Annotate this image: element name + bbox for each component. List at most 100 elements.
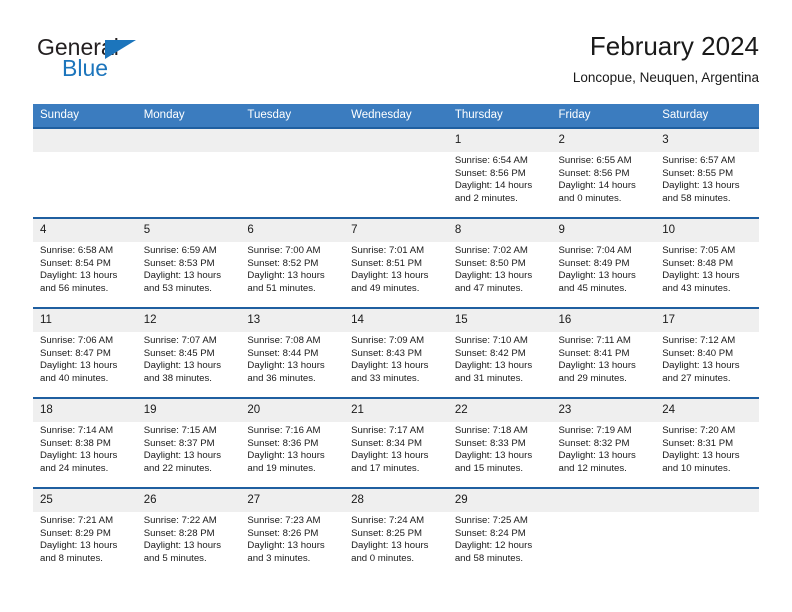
daylight-text-line2: and 58 minutes. (662, 192, 731, 204)
sunrise-text: Sunrise: 7:14 AM (40, 425, 114, 436)
calendar-day-cell[interactable]: 22 Sunrise: 7:18 AM Sunset: 8:33 PM Dayligh… (447, 397, 552, 488)
day-cell-inner: 20 Sunrise: 7:16 AM Sunset: 8:36 PM Dayligh… (240, 399, 345, 487)
calendar-day-cell[interactable]: 24 Sunrise: 7:20 AM Sunset: 8:31 PM Dayligh… (655, 397, 759, 488)
sunrise-text: Sunrise: 7:20 AM (662, 425, 736, 436)
day-number: 7 (344, 219, 448, 242)
calendar-day-cell[interactable]: 23 Sunrise: 7:19 AM Sunset: 8:32 PM Dayligh… (551, 397, 656, 488)
daylight-text-line1: Daylight: 13 hours (558, 270, 636, 282)
calendar-day-cell[interactable]: 1 Sunrise: 6:54 AM Sunset: 8:56 PM Daylight… (447, 127, 552, 218)
daylight-text-line2: and 15 minutes. (454, 462, 524, 474)
day-details: Sunrise: 7:24 AM Sunset: 8:25 PM Daylight:… (344, 512, 448, 565)
daylight-text-line1: Daylight: 13 hours (558, 360, 636, 372)
calendar-day-cell[interactable]: 16 Sunrise: 7:11 AM Sunset: 8:41 PM Dayligh… (551, 307, 656, 398)
sunrise-text: Sunrise: 7:16 AM (247, 425, 321, 436)
calendar-day-cell[interactable]: 2 Sunrise: 6:55 AM Sunset: 8:56 PM Daylight… (551, 127, 656, 218)
weekday-header-row: Sunday Monday Tuesday Wednesday Thursday… (33, 104, 759, 128)
calendar-day-cell[interactable]: 12 Sunrise: 7:07 AM Sunset: 8:45 PM Dayligh… (136, 307, 241, 398)
calendar-day-cell[interactable]: 21 Sunrise: 7:17 AM Sunset: 8:34 PM Dayligh… (344, 397, 448, 488)
triangle-flag-icon (105, 40, 136, 59)
day-number: 29 (447, 489, 552, 512)
weekday-header-monday: Monday (136, 104, 241, 128)
daylight-text-line2: and 40 minutes. (40, 372, 109, 384)
calendar-day-cell[interactable]: 13 Sunrise: 7:08 AM Sunset: 8:44 PM Dayligh… (240, 307, 345, 398)
daylight-text-line2: and 38 minutes. (143, 372, 212, 384)
sunrise-text: Sunrise: 6:59 AM (143, 245, 217, 256)
day-cell-inner (240, 129, 345, 217)
calendar-day-cell[interactable]: 8 Sunrise: 7:02 AM Sunset: 8:50 PM Daylight… (447, 217, 552, 308)
calendar-day-cell[interactable]: 29 Sunrise: 7:25 AM Sunset: 8:24 PM Dayligh… (447, 487, 552, 577)
calendar-day-cell[interactable]: 15 Sunrise: 7:10 AM Sunset: 8:42 PM Dayligh… (447, 307, 552, 398)
day-cell-inner: 11 Sunrise: 7:06 AM Sunset: 8:47 PM Dayligh… (33, 309, 137, 397)
sunrise-text: Sunrise: 7:10 AM (454, 335, 528, 346)
day-details: Sunrise: 6:54 AM Sunset: 8:56 PM Daylight:… (448, 152, 552, 205)
day-details: Sunrise: 7:11 AM Sunset: 8:41 PM Daylight:… (552, 332, 656, 385)
calendar-day-cell[interactable]: 11 Sunrise: 7:06 AM Sunset: 8:47 PM Dayligh… (33, 307, 137, 398)
day-number: 2 (551, 129, 656, 152)
day-cell-inner: 28 Sunrise: 7:24 AM Sunset: 8:25 PM Dayligh… (344, 489, 448, 577)
sunrise-text: Sunrise: 7:09 AM (351, 335, 425, 346)
sunset-text: Sunset: 8:48 PM (662, 257, 734, 269)
calendar-day-cell-empty (240, 127, 345, 218)
day-details: Sunrise: 7:16 AM Sunset: 8:36 PM Daylight:… (240, 422, 344, 475)
day-details: Sunrise: 7:15 AM Sunset: 8:37 PM Daylight:… (137, 422, 241, 475)
day-cell-inner: 10 Sunrise: 7:05 AM Sunset: 8:48 PM Dayligh… (655, 219, 759, 307)
calendar-day-cell[interactable]: 26 Sunrise: 7:22 AM Sunset: 8:28 PM Dayligh… (136, 487, 241, 577)
day-number: 9 (551, 219, 656, 242)
sunset-text: Sunset: 8:36 PM (247, 437, 319, 449)
calendar-day-cell[interactable]: 14 Sunrise: 7:09 AM Sunset: 8:43 PM Dayligh… (344, 307, 448, 398)
calendar-day-cell[interactable]: 28 Sunrise: 7:24 AM Sunset: 8:25 PM Dayligh… (344, 487, 448, 577)
general-blue-logo[interactable]: General Blue (33, 34, 253, 90)
day-cell-inner: 24 Sunrise: 7:20 AM Sunset: 8:31 PM Dayligh… (655, 399, 759, 487)
sunrise-text: Sunrise: 7:08 AM (247, 335, 321, 346)
daylight-text-line1: Daylight: 13 hours (454, 450, 533, 462)
calendar-day-cell[interactable]: 17 Sunrise: 7:12 AM Sunset: 8:40 PM Dayligh… (655, 307, 759, 398)
calendar-day-cell[interactable]: 20 Sunrise: 7:16 AM Sunset: 8:36 PM Dayligh… (240, 397, 345, 488)
daylight-text-line2: and 33 minutes. (351, 372, 420, 384)
day-cell-inner: 27 Sunrise: 7:23 AM Sunset: 8:26 PM Dayligh… (240, 489, 345, 577)
sunset-text: Sunset: 8:40 PM (662, 347, 734, 359)
day-details: Sunrise: 7:22 AM Sunset: 8:28 PM Daylight:… (137, 512, 241, 565)
day-number: 28 (344, 489, 448, 512)
daylight-text-line1: Daylight: 13 hours (351, 360, 429, 372)
calendar-day-cell[interactable]: 25 Sunrise: 7:21 AM Sunset: 8:29 PM Dayligh… (33, 487, 137, 577)
sunset-text: Sunset: 8:47 PM (40, 347, 111, 359)
calendar-day-cell[interactable]: 9 Sunrise: 7:04 AM Sunset: 8:49 PM Daylight… (551, 217, 656, 308)
day-details: Sunrise: 6:55 AM Sunset: 8:56 PM Daylight:… (552, 152, 656, 205)
day-cell-inner (33, 129, 137, 217)
weekday-header-saturday: Saturday (655, 104, 759, 128)
day-cell-inner: 1 Sunrise: 6:54 AM Sunset: 8:56 PM Daylight… (447, 129, 552, 217)
calendar-day-cell[interactable]: 10 Sunrise: 7:05 AM Sunset: 8:48 PM Dayligh… (655, 217, 759, 308)
calendar-day-cell[interactable]: 27 Sunrise: 7:23 AM Sunset: 8:26 PM Dayligh… (240, 487, 345, 577)
day-number: 6 (240, 219, 345, 242)
sunset-text: Sunset: 8:43 PM (351, 347, 423, 359)
sunrise-text: Sunrise: 7:24 AM (351, 515, 425, 526)
calendar-day-cell[interactable]: 18 Sunrise: 7:14 AM Sunset: 8:38 PM Dayligh… (33, 397, 137, 488)
sunset-text: Sunset: 8:52 PM (247, 257, 319, 269)
page-subtitle: Loncopue, Neuquen, Argentina (572, 70, 759, 85)
daylight-text-line1: Daylight: 13 hours (351, 270, 429, 282)
daylight-text-line2: and 19 minutes. (247, 462, 316, 474)
sunset-text: Sunset: 8:24 PM (454, 527, 526, 539)
daylight-text-line1: Daylight: 13 hours (662, 450, 740, 462)
calendar-day-cell[interactable]: 19 Sunrise: 7:15 AM Sunset: 8:37 PM Dayligh… (136, 397, 241, 488)
day-cell-inner: 14 Sunrise: 7:09 AM Sunset: 8:43 PM Dayligh… (344, 309, 448, 397)
daylight-text-line2: and 3 minutes. (247, 552, 311, 564)
calendar-day-cell[interactable]: 6 Sunrise: 7:00 AM Sunset: 8:52 PM Daylight… (240, 217, 345, 308)
calendar-day-cell[interactable]: 4 Sunrise: 6:58 AM Sunset: 8:54 PM Daylight… (33, 217, 137, 308)
calendar-day-cell[interactable]: 3 Sunrise: 6:57 AM Sunset: 8:55 PM Daylight… (655, 127, 759, 218)
day-cell-inner: 26 Sunrise: 7:22 AM Sunset: 8:28 PM Dayligh… (136, 489, 241, 577)
day-number: 13 (240, 309, 345, 332)
sunset-text: Sunset: 8:41 PM (558, 347, 630, 359)
calendar-day-cell[interactable]: 7 Sunrise: 7:01 AM Sunset: 8:51 PM Daylight… (344, 217, 448, 308)
day-details (240, 152, 344, 155)
daylight-text-line2: and 49 minutes. (351, 282, 420, 294)
sunset-text: Sunset: 8:25 PM (351, 527, 423, 539)
sunset-text: Sunset: 8:45 PM (143, 347, 215, 359)
day-cell-inner (655, 489, 759, 577)
calendar-week-row: 25 Sunrise: 7:21 AM Sunset: 8:29 PM Dayligh… (33, 487, 759, 577)
day-number: 11 (33, 309, 137, 332)
calendar-day-cell[interactable]: 5 Sunrise: 6:59 AM Sunset: 8:53 PM Daylight… (136, 217, 241, 308)
day-number: 27 (240, 489, 345, 512)
day-details: Sunrise: 6:59 AM Sunset: 8:53 PM Daylight:… (137, 242, 241, 295)
day-details: Sunrise: 7:20 AM Sunset: 8:31 PM Daylight:… (655, 422, 759, 475)
